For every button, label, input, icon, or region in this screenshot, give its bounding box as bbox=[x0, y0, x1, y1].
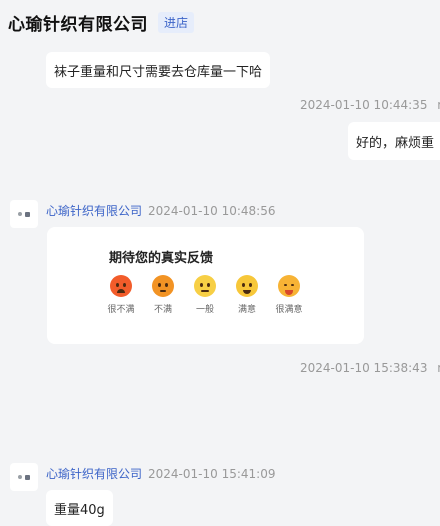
feedback-option-neutral[interactable]: 一般 bbox=[185, 275, 225, 315]
shop-title: 心瑜针织有限公司 bbox=[8, 14, 148, 35]
message-text: 重量40g bbox=[54, 502, 105, 518]
feedback-option-unsatisfied[interactable]: 不满 bbox=[143, 275, 183, 315]
seller-avatar[interactable] bbox=[10, 463, 38, 491]
very-unsatisfied-face-icon bbox=[110, 275, 132, 297]
feedback-option-label: 不满 bbox=[153, 305, 172, 315]
feedback-option-label: 很满意 bbox=[275, 305, 303, 315]
seller-message-meta: 心瑜针织有限公司 2024-01-10 10:48:56 bbox=[46, 202, 275, 219]
chat-header: 心瑜针织有限公司 进店 bbox=[0, 0, 440, 44]
sender-name[interactable]: 心瑜针织有限公司 bbox=[46, 467, 142, 481]
buyer-message-meta: 2024-01-10 15:38:43 ma bbox=[300, 361, 440, 375]
feedback-card: 期待您的真实反馈 很不满 不满 一般 满意 很满意 bbox=[47, 227, 364, 344]
feedback-option-very-satisfied[interactable]: 很满意 bbox=[269, 275, 309, 315]
very-satisfied-face-icon bbox=[278, 275, 300, 297]
avatar-dot bbox=[18, 475, 22, 479]
seller-avatar[interactable] bbox=[10, 200, 38, 228]
message-text: 袜子重量和尺寸需要去仓库量一下哈 bbox=[54, 64, 263, 80]
feedback-option-label: 满意 bbox=[237, 305, 256, 315]
message-time: 2024-01-10 10:48:56 bbox=[148, 204, 276, 218]
buyer-message-bubble: 好的，麻烦重 bbox=[348, 122, 440, 160]
sender-name[interactable]: 心瑜针织有限公司 bbox=[46, 204, 142, 218]
neutral-face-icon bbox=[194, 275, 216, 297]
enter-shop-button[interactable]: 进店 bbox=[158, 11, 195, 33]
message-time: 2024-01-10 10:44:35 bbox=[300, 98, 428, 112]
satisfied-face-icon bbox=[236, 275, 258, 297]
feedback-option-label: 很不满 bbox=[107, 305, 135, 315]
message-time: 2024-01-10 15:41:09 bbox=[148, 467, 276, 481]
avatar-dot bbox=[25, 211, 30, 217]
message-text: 好的，麻烦重 bbox=[356, 135, 435, 151]
avatar-dot bbox=[25, 474, 30, 480]
buyer-message-meta: 2024-01-10 10:44:35 ma bbox=[300, 98, 440, 112]
feedback-option-satisfied[interactable]: 满意 bbox=[227, 275, 267, 315]
feedback-option-very-unsatisfied[interactable]: 很不满 bbox=[101, 275, 141, 315]
seller-message-bubble: 重量40g bbox=[46, 490, 113, 526]
feedback-option-label: 一般 bbox=[195, 305, 214, 315]
avatar-dot bbox=[18, 212, 22, 216]
seller-message-bubble: 袜子重量和尺寸需要去仓库量一下哈 bbox=[46, 52, 271, 88]
feedback-card-title: 期待您的真实反馈 bbox=[109, 251, 214, 266]
message-time: 2024-01-10 15:38:43 bbox=[300, 361, 428, 375]
seller-message-meta: 心瑜针织有限公司 2024-01-10 15:41:09 bbox=[46, 465, 275, 482]
unsatisfied-face-icon bbox=[152, 275, 174, 297]
